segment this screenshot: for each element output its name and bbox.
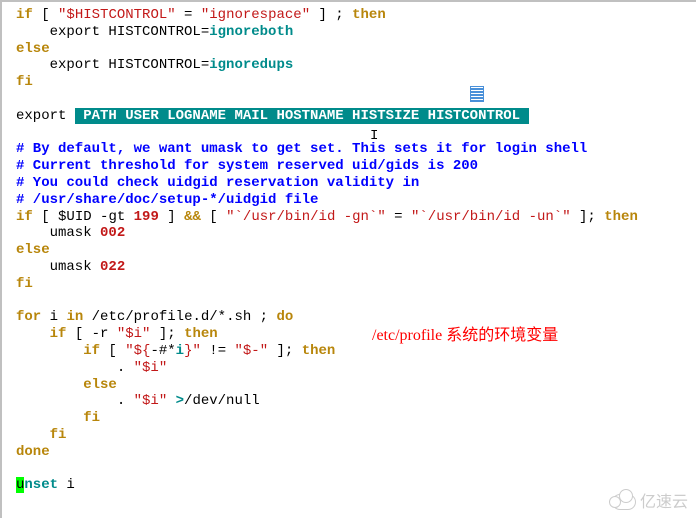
- code-line: [16, 91, 696, 108]
- cloud-icon: [612, 494, 636, 510]
- code-line: done: [16, 444, 696, 461]
- code-line: . "$i": [16, 360, 696, 377]
- watermark: 亿速云: [612, 493, 688, 512]
- code-line: export PATH USER LOGNAME MAIL HOSTNAME H…: [16, 108, 696, 125]
- code-line: if [ "${-#*i}" != "$-" ]; then: [16, 343, 696, 360]
- code-line: # /usr/share/doc/setup-*/uidgid file: [16, 192, 696, 209]
- code-line: [16, 125, 696, 142]
- code-line: [16, 293, 696, 310]
- code-editor-viewport[interactable]: if [ "$HISTCONTROL" = "ignorespace" ] ; …: [0, 0, 696, 518]
- code-line: umask 022: [16, 259, 696, 276]
- code-line: else: [16, 377, 696, 394]
- code-line: [16, 461, 696, 478]
- code-line: for i in /etc/profile.d/*.sh ; do: [16, 309, 696, 326]
- code-line: . "$i" >/dev/null: [16, 393, 696, 410]
- code-line: unset i: [16, 477, 696, 494]
- code-line: # You could check uidgid reservation val…: [16, 175, 696, 192]
- code-line: export HISTCONTROL=ignoredups: [16, 57, 696, 74]
- code-line: fi: [16, 74, 696, 91]
- code-line: # By default, we want umask to get set. …: [16, 141, 696, 158]
- text-cursor-icon: I: [370, 128, 378, 145]
- code-line: else: [16, 242, 696, 259]
- code-line: export HISTCONTROL=ignoreboth: [16, 24, 696, 41]
- watermark-text: 亿速云: [640, 493, 688, 512]
- code-line: fi: [16, 276, 696, 293]
- hamburger-icon: [470, 86, 484, 102]
- code-line: # Current threshold for system reserved …: [16, 158, 696, 175]
- code-line: if [ -r "$i" ]; then: [16, 326, 696, 343]
- code-line: umask 002: [16, 225, 696, 242]
- code-line: else: [16, 41, 696, 58]
- highlighted-selection: PATH USER LOGNAME MAIL HOSTNAME HISTSIZE…: [75, 108, 529, 124]
- code-line: fi: [16, 410, 696, 427]
- code-line: fi: [16, 427, 696, 444]
- annotation-text: /etc/profile 系统的环境变量: [372, 326, 558, 345]
- code-line: if [ "$HISTCONTROL" = "ignorespace" ] ; …: [16, 7, 696, 24]
- code-line: if [ $UID -gt 199 ] && [ "`/usr/bin/id -…: [16, 209, 696, 226]
